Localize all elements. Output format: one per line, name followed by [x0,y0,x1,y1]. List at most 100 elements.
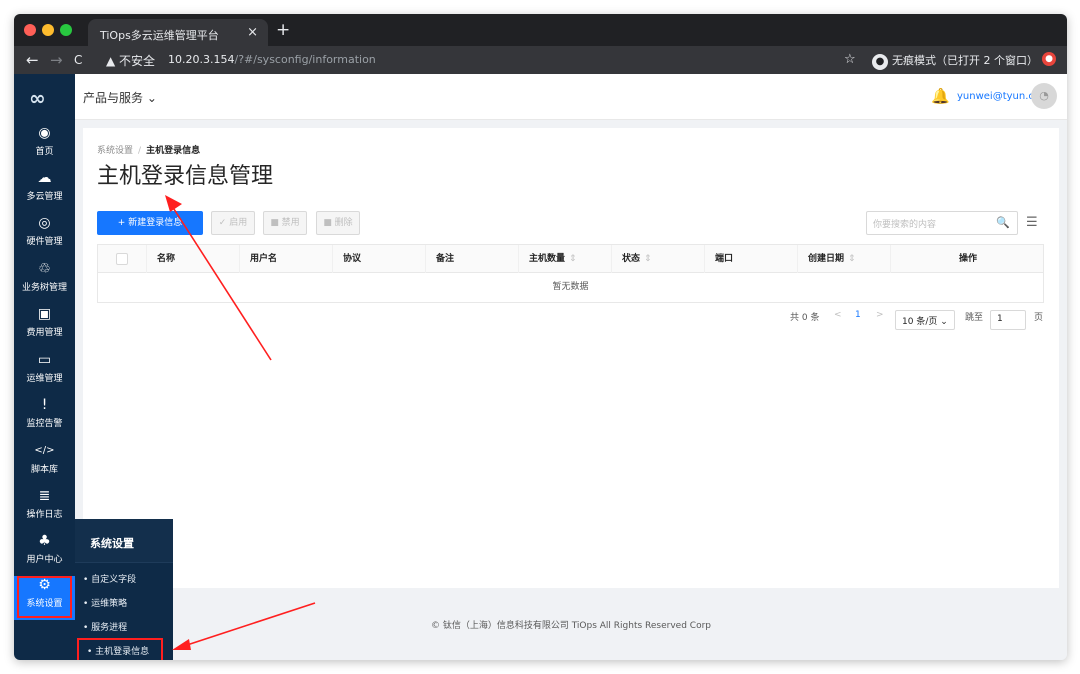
avatar[interactable]: ◔ [1031,83,1057,109]
sidebar-item-users[interactable]: ♣ 用户中心 [14,532,75,576]
column-header-status[interactable]: 状态 ⇕ [611,245,704,273]
column-header-port: 端口 [704,245,797,273]
select-all-checkbox[interactable] [116,253,128,265]
browser-tab[interactable]: TiOps多云运维管理平台 × [88,19,268,46]
reload-icon[interactable]: C [74,53,82,67]
new-login-info-button[interactable]: + 新建登录信息 [97,211,203,235]
submenu-item-label: 服务进程 [91,623,128,633]
user-email[interactable]: yunwei@tyun.cn [957,91,1040,102]
tab-title: TiOps多云运维管理平台 [100,29,219,42]
sidebar-item-label: 硬件管理 [26,237,63,247]
enable-button[interactable]: ✓ 启用 [211,211,255,235]
incognito-icon: ● [872,54,888,70]
breadcrumb-current: 主机登录信息 [146,146,201,156]
app-header: 产品与服务 ⌄ 🔔 yunwei@tyun.cn ◔ [75,74,1067,120]
bell-icon[interactable]: 🔔 [931,87,950,105]
security-warning[interactable]: ▲ 不安全 [106,52,155,69]
incognito-indicator[interactable]: ● 无痕模式（已打开 2 个窗口） [872,52,1038,70]
column-label: 状态 [622,254,641,264]
forward-icon[interactable]: → [50,51,63,69]
close-window-button[interactable] [24,24,36,36]
breadcrumb-separator: / [138,146,142,156]
sort-icon[interactable]: ⇕ [848,254,856,264]
sidebar-item-business-tree[interactable]: ♲ 业务树管理 [14,260,75,304]
pagination-total: 共 0 条 [790,313,820,323]
search-icon[interactable]: 🔍 [996,216,1010,229]
main-content: 系统设置 / 主机登录信息 主机登录信息管理 + 新建登录信息 ✓ 启用 ■ 禁用 … [83,128,1059,588]
submenu-item-ops-policy[interactable]: • 运维策略 [75,590,173,614]
hardware-icon: ◎ [38,215,51,231]
sidebar-item-multicloud[interactable]: ☁ 多云管理 [14,169,75,213]
sidebar-item-cost[interactable]: ▣ 费用管理 [14,305,75,349]
tab-close-icon[interactable]: × [247,25,258,40]
submenu-item-service-process[interactable]: • 服务进程 [75,614,173,638]
incognito-label: 无痕模式（已打开 2 个窗口） [892,54,1038,67]
column-settings-icon[interactable]: ☰ [1026,215,1038,230]
footer: © 钛信（上海）信息科技有限公司 TiOps All Rights Reserv… [75,596,1067,660]
jump-input[interactable]: 1 [990,310,1026,330]
sidebar: ∞ ◉ 首页 ☁ 多云管理 ◎ 硬件管理 ♲ 业务树管理 ▣ 费用管理 ▭ 运维… [14,74,75,660]
sidebar-item-hardware[interactable]: ◎ 硬件管理 [14,214,75,258]
alert-icon: ! [41,397,48,413]
submenu-item-label: 运维策略 [91,599,128,609]
submenu-title: 系统设置 [75,519,173,563]
cloud-icon: ☁ [37,170,52,186]
sort-icon[interactable]: ⇕ [569,254,577,264]
log-icon: ≣ [38,488,51,504]
data-table: 名称 用户名 协议 备注 主机数量 ⇕ 状态 ⇕ 端口 创建日期 ⇕ 操作 暂无数据 [97,244,1044,303]
page-title: 主机登录信息管理 [97,164,274,189]
sidebar-item-logs[interactable]: ≣ 操作日志 [14,487,75,531]
sidebar-item-label: 首页 [35,147,54,157]
highlight-box [17,576,72,618]
submenu-item-label: 主机登录信息 [95,647,150,657]
script-icon: </> [34,445,55,456]
sort-icon[interactable]: ⇕ [644,254,652,264]
breadcrumb: 系统设置 / 主机登录信息 [97,143,200,156]
new-tab-icon[interactable]: + [276,20,290,40]
sidebar-item-label: 操作日志 [26,510,63,520]
breadcrumb-parent[interactable]: 系统设置 [97,146,133,156]
logo-icon[interactable]: ∞ [29,86,46,110]
table-header: 名称 用户名 协议 备注 主机数量 ⇕ 状态 ⇕ 端口 创建日期 ⇕ 操作 [98,245,1043,273]
delete-button[interactable]: ■ 删除 [316,211,360,235]
sidebar-item-label: 运维管理 [26,374,63,384]
browser-tabbar: TiOps多云运维管理平台 × + [14,14,1067,46]
browser-window: TiOps多云运维管理平台 × + ← → C ▲ 不安全 10.20.3.15… [14,14,1067,660]
sidebar-item-ops[interactable]: ▭ 运维管理 [14,351,75,395]
page-number[interactable]: 1 [855,310,861,320]
column-header-remark: 备注 [425,245,518,273]
url-field[interactable]: 10.20.3.154/?#/sysconfig/information [168,53,376,66]
jump-label: 跳至 [965,313,984,323]
minimize-window-button[interactable] [42,24,54,36]
next-page-icon[interactable]: > [876,310,884,320]
submenu-item-label: 自定义字段 [91,575,137,585]
submenu-item-host-login-info[interactable]: • 主机登录信息 [77,638,163,660]
sidebar-item-label: 费用管理 [26,328,63,338]
extension-icon[interactable]: ● [1042,52,1056,66]
sidebar-item-alerts[interactable]: ! 监控告警 [14,396,75,440]
address-bar: ← → C ▲ 不安全 10.20.3.154/?#/sysconfig/inf… [14,46,1067,74]
url-host: 10.20.3.154 [168,53,235,66]
sidebar-item-home[interactable]: ◉ 首页 [14,124,75,168]
disable-button[interactable]: ■ 禁用 [263,211,307,235]
sidebar-item-label: 脚本库 [30,465,58,475]
sidebar-item-scripts[interactable]: </> 脚本库 [14,442,75,486]
search-placeholder: 你要搜索的内容 [873,220,937,230]
back-icon[interactable]: ← [26,51,39,69]
products-menu[interactable]: 产品与服务 ⌄ [83,89,157,106]
column-header-username: 用户名 [239,245,332,273]
dashboard-icon: ◉ [38,125,51,141]
column-header-created[interactable]: 创建日期 ⇕ [797,245,890,273]
column-label: 创建日期 [808,254,845,264]
prev-page-icon[interactable]: < [834,310,842,320]
submenu-item-custom-fields[interactable]: • 自定义字段 [75,566,173,590]
empty-state: 暂无数据 [552,282,589,292]
sidebar-item-label: 用户中心 [26,555,63,565]
column-header-host-count[interactable]: 主机数量 ⇕ [518,245,611,273]
bookmark-star-icon[interactable]: ☆ [844,52,856,67]
column-header-actions: 操作 [890,245,1045,273]
page-size-select[interactable]: 10 条/页 ⌄ [895,310,955,330]
maximize-window-button[interactable] [60,24,72,36]
search-input[interactable]: 你要搜索的内容 🔍 [866,211,1018,235]
column-header-name: 名称 [146,245,239,273]
